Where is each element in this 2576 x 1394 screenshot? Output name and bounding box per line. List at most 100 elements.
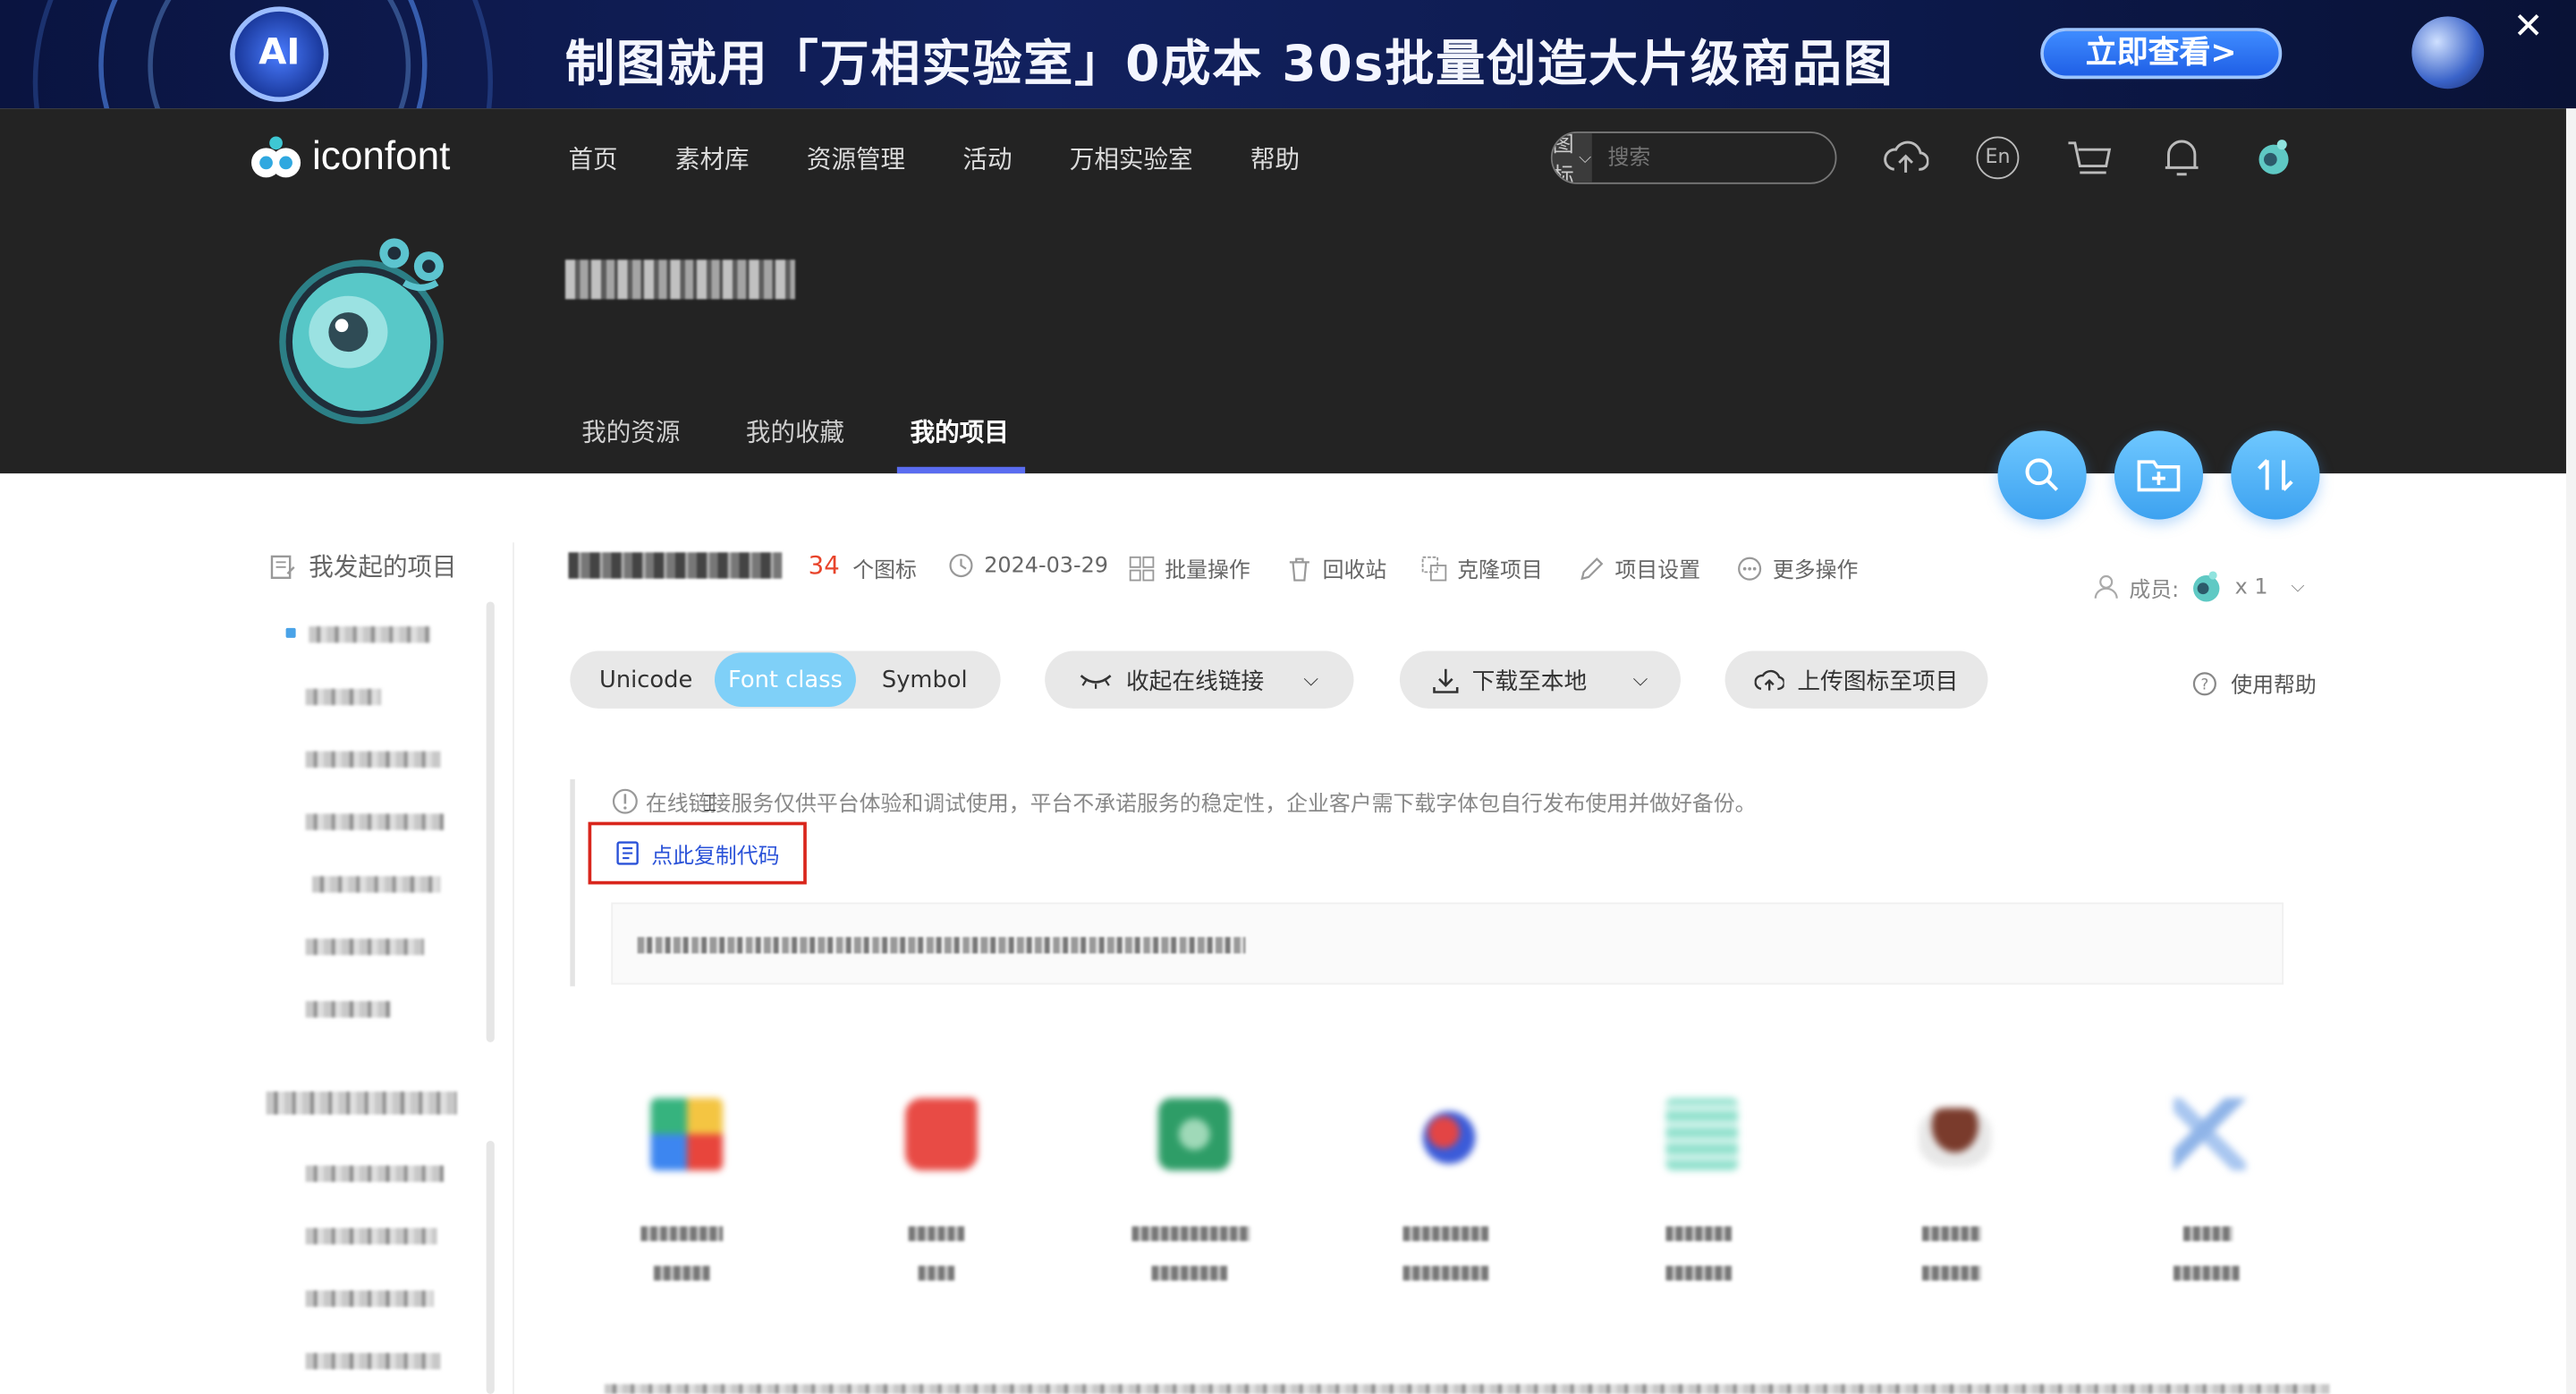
sidebar-project-item[interactable] [311, 876, 441, 893]
icon-card[interactable] [618, 1098, 750, 1295]
sidebar-project-item[interactable] [305, 1165, 444, 1182]
tab-my-projects[interactable]: 我的项目 [911, 414, 1009, 449]
chevron-down-icon: ⌵ [1579, 149, 1592, 167]
format-unicode-tab[interactable]: Unicode [577, 652, 716, 707]
globe-icon [2411, 16, 2485, 89]
sidebar-scrollbar[interactable] [486, 1141, 495, 1394]
members-label: 成员: [2129, 577, 2180, 603]
sidebar-project-item[interactable] [305, 939, 424, 956]
text-cursor-icon: ⌶ [703, 790, 717, 818]
close-icon[interactable]: ✕ [2511, 9, 2546, 46]
nav-item-activity[interactable]: 活动 [962, 141, 1012, 176]
language-icon[interactable]: En [1975, 135, 2021, 181]
grid-icon [1129, 555, 1155, 581]
profile-username [564, 259, 795, 300]
ai-badge: AI [230, 6, 329, 102]
clock-icon [949, 553, 973, 578]
icon-card[interactable] [1886, 1098, 2018, 1295]
icon-card[interactable] [872, 1098, 1004, 1295]
nav-item-help[interactable]: 帮助 [1250, 141, 1300, 176]
search-bar: 图标 ⌵ [1550, 131, 1837, 184]
batch-operation-button[interactable]: 批量操作 [1129, 552, 1250, 583]
more-actions-button[interactable]: 更多操作 [1736, 552, 1858, 583]
sort-icon [2258, 459, 2293, 491]
project-settings-button[interactable]: 项目设置 [1579, 552, 1700, 583]
search-icon [2025, 458, 2059, 491]
profile-avatar[interactable] [273, 217, 463, 431]
clone-project-label: 克隆项目 [1457, 558, 1543, 584]
iconfont-logo-icon [251, 136, 301, 178]
svg-text:?: ? [2201, 676, 2209, 693]
tab-my-favorites[interactable]: 我的收藏 [746, 414, 844, 449]
upload-icons-button[interactable]: 上传图标至项目 [1724, 650, 1988, 709]
sidebar-project-item[interactable] [305, 688, 382, 706]
banner-cta-button[interactable]: 立即查看> [2040, 28, 2283, 80]
icon-count-unit-label: 个图标 [852, 558, 917, 584]
sidebar-project-item[interactable] [305, 751, 441, 769]
project-list-icon [270, 554, 295, 579]
chevron-down-icon: ⌵ [1632, 667, 1648, 691]
icon-card[interactable] [1125, 1098, 1257, 1295]
usage-help-link[interactable]: ? 使用帮助 [2191, 667, 2317, 699]
bell-icon[interactable] [2158, 135, 2204, 181]
sidebar-section-participated[interactable] [266, 1091, 457, 1115]
page-scrollbar[interactable] [2565, 108, 2576, 1394]
icon-card[interactable] [2140, 1098, 2272, 1295]
active-tab-indicator [896, 466, 1026, 474]
clone-project-button[interactable]: 克隆项目 [1421, 552, 1543, 583]
upload-icons-label: 上传图标至项目 [1797, 667, 1959, 695]
project-date-label: 2024-03-29 [984, 553, 1108, 578]
members-count: x 1 [2234, 574, 2268, 599]
icon-card[interactable] [1633, 1098, 1765, 1295]
project-date: 2024-03-29 [948, 552, 1108, 578]
project-members[interactable]: 成员: x 1 ⌵ [2093, 569, 2305, 605]
cart-icon[interactable] [2067, 135, 2113, 181]
project-icon [1422, 1110, 1476, 1164]
promo-banner[interactable]: AI 制图就用「万相实验室」0成本 30s批量创造大片级商品图 立即查看> ✕ [0, 0, 2576, 109]
user-avatar-small[interactable] [2250, 135, 2296, 181]
upload-cloud-icon[interactable] [1883, 135, 1929, 181]
project-icon [1919, 1108, 1992, 1168]
format-symbol-tab[interactable]: Symbol [855, 652, 994, 707]
nav-item-resources[interactable]: 资源管理 [807, 141, 905, 176]
nav-item-lab[interactable]: 万相实验室 [1070, 141, 1193, 176]
sidebar-scrollbar[interactable] [486, 601, 495, 1042]
icon-count: 34 [808, 550, 840, 581]
nav-item-home[interactable]: 首页 [569, 141, 618, 176]
sidebar-project-item[interactable] [305, 813, 444, 830]
tab-my-resources[interactable]: 我的资源 [581, 414, 680, 449]
search-input[interactable] [1591, 145, 1835, 171]
search-type-select[interactable]: 图标 ⌵ [1552, 132, 1592, 183]
project-icon [905, 1098, 978, 1171]
collapse-online-link-button[interactable]: 收起在线链接 ⌵ [1045, 650, 1354, 709]
sort-fab-button[interactable] [2231, 430, 2320, 520]
sidebar-project-item[interactable] [309, 625, 431, 643]
upload-cloud-icon [1754, 668, 1784, 690]
info-icon [612, 788, 638, 814]
recycle-bin-button[interactable]: 回收站 [1286, 552, 1386, 583]
format-fontclass-tab[interactable]: Font class [715, 652, 856, 708]
chevron-down-icon: ⌵ [2291, 575, 2305, 597]
search-fab-button[interactable] [1997, 430, 2087, 520]
nav-item-library[interactable]: 素材库 [675, 141, 750, 176]
member-avatar [2193, 571, 2221, 602]
recycle-bin-label: 回收站 [1322, 558, 1387, 584]
sidebar-divider [513, 542, 514, 1394]
chevron-down-icon: ⌵ [1303, 667, 1319, 691]
format-switcher: Unicode Font class Symbol [570, 650, 1001, 709]
clone-icon [1421, 555, 1447, 581]
site-logo[interactable]: iconfont [250, 132, 450, 184]
icon-card[interactable] [1380, 1098, 1512, 1295]
sidebar-project-item[interactable] [305, 1290, 434, 1307]
sidebar-section-my-projects[interactable]: 我发起的项目 [269, 549, 457, 584]
sidebar-project-item[interactable] [305, 1353, 441, 1370]
sidebar-project-item[interactable] [305, 1000, 392, 1018]
more-icon [1738, 556, 1762, 580]
project-icon [650, 1098, 724, 1171]
trash-icon [1289, 557, 1309, 581]
copy-code-button[interactable]: 点此复制代码 [588, 821, 807, 885]
new-folder-fab-button[interactable] [2114, 430, 2204, 520]
download-local-button[interactable]: 下载至本地 ⌵ [1399, 650, 1681, 709]
document-icon [617, 841, 640, 865]
sidebar-project-item[interactable] [305, 1228, 437, 1245]
